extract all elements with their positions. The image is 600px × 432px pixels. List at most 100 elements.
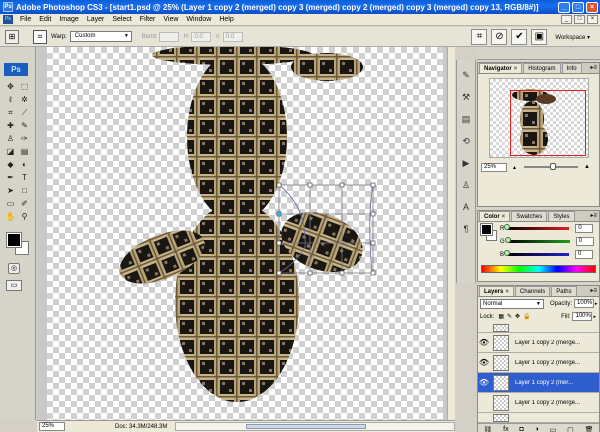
delete-layer-icon[interactable]: 🗑 — [585, 426, 594, 432]
foreground-color-swatch[interactable] — [6, 232, 22, 248]
notes-icon[interactable]: ▭ — [4, 198, 17, 210]
eye-icon[interactable]: 👁 — [478, 378, 490, 387]
magic-wand-icon[interactable]: ✲ — [18, 94, 31, 106]
vertical-scrollbar[interactable] — [447, 47, 455, 420]
tab-info[interactable]: Info — [561, 63, 582, 73]
r-slider[interactable] — [504, 224, 570, 230]
new-group-icon[interactable]: ▭ — [550, 426, 557, 432]
quick-mask-icon[interactable]: ◎ — [8, 263, 20, 274]
doc-minimize-button[interactable]: _ — [561, 15, 572, 24]
lasso-icon[interactable]: ℓ — [4, 94, 17, 106]
fill-arrow-icon[interactable]: ▸ — [593, 314, 596, 320]
layer-row[interactable]: Layer 1 copy 2 (merge... — [478, 393, 599, 413]
workspace-button[interactable]: Workspace ▾ — [555, 34, 590, 41]
tab-layers[interactable]: Layers × — [479, 286, 514, 296]
character-icon[interactable]: A — [459, 200, 473, 214]
b-value[interactable]: 0 — [575, 250, 594, 259]
menu-filter[interactable]: Filter — [136, 16, 160, 23]
path-select-icon[interactable]: ➤ — [4, 185, 17, 197]
g-value[interactable]: 0 — [575, 237, 594, 246]
tool-preset-icon[interactable]: ⊞ — [5, 29, 19, 44]
color-panel-fg-swatch[interactable] — [480, 223, 493, 236]
b-slider[interactable] — [504, 250, 570, 256]
clone-source-icon[interactable]: ♙ — [459, 178, 473, 192]
doc-close-button[interactable]: × — [587, 15, 598, 24]
layer-comps-icon[interactable]: ▤ — [459, 112, 473, 126]
lock-transparency-icon[interactable]: ▦ — [498, 313, 504, 320]
tab-navigator[interactable]: Navigator × — [479, 63, 523, 73]
maximize-button[interactable]: □ — [572, 1, 584, 13]
layer-row[interactable] — [478, 413, 599, 423]
warp-active-point[interactable] — [277, 212, 281, 216]
toggle-warp-icon[interactable]: ⌗ — [471, 29, 488, 45]
scroll-thumb[interactable] — [246, 424, 366, 429]
cancel-transform-icon[interactable]: ⊘ — [491, 29, 508, 45]
paragraph-icon[interactable]: ¶ — [459, 222, 473, 236]
h-distort-field[interactable]: 0.0 — [191, 31, 212, 42]
g-slider[interactable] — [504, 237, 570, 243]
b-slider-knob[interactable] — [504, 250, 511, 256]
tab-paths[interactable]: Paths — [551, 286, 577, 296]
crop-icon[interactable]: ⌗ — [4, 107, 17, 119]
brush-icon[interactable]: ✎ — [18, 120, 31, 132]
healing-icon[interactable]: ✚ — [4, 120, 17, 132]
link-layers-icon[interactable]: ⛓ — [483, 426, 492, 432]
eraser-icon[interactable]: ◪ — [4, 146, 17, 158]
zoom-level-field[interactable]: 25% — [39, 422, 65, 431]
layer-row[interactable]: 👁 Layer 1 copy 2 (merge... — [478, 353, 599, 373]
pen-icon[interactable]: ✒ — [4, 172, 17, 184]
canvas[interactable] — [47, 47, 443, 420]
r-slider-knob[interactable] — [504, 224, 511, 230]
new-layer-icon[interactable]: ▢ — [567, 426, 574, 432]
layer-name[interactable]: Layer 1 copy 2 (merge... — [515, 340, 580, 346]
zoom-slider-knob[interactable] — [550, 163, 557, 170]
menu-edit[interactable]: Edit — [35, 16, 55, 23]
fill-field[interactable]: 100% — [572, 312, 593, 321]
layer-mask-icon[interactable]: ◘ — [519, 426, 523, 432]
type-icon[interactable]: T — [18, 172, 31, 184]
hand-icon[interactable]: ✋ — [4, 211, 17, 223]
blend-mode-select[interactable]: Normal — [480, 298, 544, 309]
slice-icon[interactable]: ⟋ — [18, 107, 31, 119]
tab-styles[interactable]: Styles — [548, 211, 575, 221]
marquee-icon[interactable]: ⬚ — [18, 81, 31, 93]
ps-logo[interactable]: Ps — [4, 63, 28, 76]
menu-select[interactable]: Select — [108, 16, 135, 23]
history-icon[interactable]: ⟲ — [459, 134, 473, 148]
menu-window[interactable]: Window — [182, 16, 215, 23]
brushes-icon[interactable]: ✎ — [459, 68, 473, 82]
navigator-zoom-field[interactable]: 25% — [481, 162, 507, 172]
eye-icon[interactable]: 👁 — [478, 338, 490, 347]
layer-row[interactable]: 👁 Layer 1 copy 2 (merge... — [478, 333, 599, 353]
close-button[interactable]: × — [586, 1, 598, 13]
r-value[interactable]: 0 — [575, 224, 594, 233]
tool-presets-icon[interactable]: ⚒ — [459, 90, 473, 104]
layers-panel-menu-icon[interactable]: ▸≡ — [590, 286, 597, 296]
zoom-icon[interactable]: ⚲ — [18, 211, 31, 223]
move-icon[interactable]: ✥ — [4, 81, 17, 93]
actions-icon[interactable]: ▶ — [459, 156, 473, 170]
tab-swatches[interactable]: Swatches — [511, 211, 548, 221]
opacity-arrow-icon[interactable]: ▸ — [595, 301, 598, 307]
layer-row-selected[interactable]: 👁 Layer 1 copy 2 (mer... — [478, 373, 599, 393]
menu-image[interactable]: Image — [55, 16, 82, 23]
menu-layer[interactable]: Layer — [83, 16, 109, 23]
tab-color[interactable]: Color × — [479, 211, 511, 221]
screen-mode-icon[interactable]: ▭ — [6, 280, 22, 291]
warp-style-select[interactable]: Custom — [69, 31, 132, 42]
doc-restore-button[interactable]: □ — [574, 15, 585, 24]
color-panel-menu-icon[interactable]: ▸≡ — [590, 211, 597, 221]
dodge-icon[interactable]: ◐ — [18, 159, 31, 171]
zoom-in-icon[interactable]: ▲ — [584, 164, 590, 170]
lock-all-icon[interactable]: 🔒 — [523, 313, 530, 320]
layer-style-icon[interactable]: fx — [503, 426, 508, 432]
minimize-button[interactable]: _ — [558, 1, 570, 13]
tab-histogram[interactable]: Histogram — [523, 63, 561, 73]
layer-row[interactable] — [478, 323, 599, 333]
eye-icon[interactable]: 👁 — [478, 358, 490, 367]
navigator-preview[interactable] — [488, 78, 589, 158]
tab-channels[interactable]: Channels — [514, 286, 551, 296]
eyedropper-icon[interactable]: ✐ — [18, 198, 31, 210]
blur-icon[interactable]: ◆ — [4, 159, 17, 171]
navigator-zoom-slider[interactable] — [524, 163, 579, 170]
